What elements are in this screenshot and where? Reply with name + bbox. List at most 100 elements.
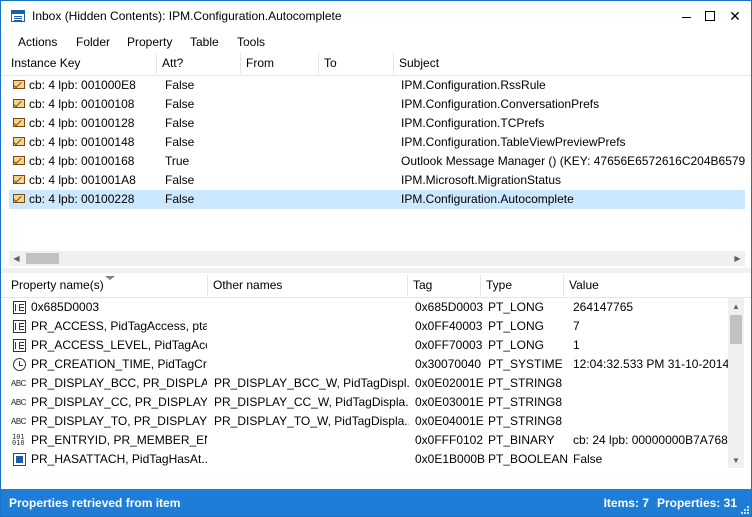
- column-from[interactable]: From: [241, 53, 319, 74]
- att-value: False: [165, 78, 195, 92]
- property-name: PR_ACCESS, PidTagAccess, pta...: [31, 319, 207, 333]
- property-row[interactable]: PR_ACCESS, PidTagAccess, pta... 0x0FF400…: [9, 317, 728, 336]
- title-bar[interactable]: Inbox (Hidden Contents): IPM.Configurati…: [1, 1, 751, 31]
- other-names: [214, 450, 409, 469]
- vertical-scroll-thumb[interactable]: [730, 315, 742, 344]
- property-row[interactable]: PR_HASATTACH, PidTagHasAt... 0x0E1B000B …: [9, 450, 728, 469]
- column-subject[interactable]: Subject: [394, 53, 751, 74]
- message-row[interactable]: cb: 4 lpb: 00100128 False IPM.Configurat…: [9, 114, 745, 133]
- other-names: [214, 317, 409, 336]
- property-value: [573, 412, 728, 431]
- scroll-left-arrow-icon[interactable]: ◀: [9, 251, 24, 266]
- property-row[interactable]: PR_CREATION_TIME, PidTagCr... 0x30070040…: [9, 355, 728, 374]
- property-tag: 0x0E04001E: [415, 414, 484, 428]
- property-type: PT_LONG: [488, 319, 545, 333]
- column-to[interactable]: To: [319, 53, 394, 74]
- scroll-right-arrow-icon[interactable]: ▶: [730, 251, 745, 266]
- envelope-icon: [13, 175, 25, 184]
- properties-count: Properties: 31: [656, 496, 737, 510]
- instance-key: cb: 4 lpb: 00100228: [29, 192, 135, 206]
- scroll-up-arrow-icon[interactable]: ▲: [728, 298, 744, 314]
- property-value: 7: [573, 319, 580, 333]
- instance-key: cb: 4 lpb: 00100148: [29, 135, 135, 149]
- menu-actions[interactable]: Actions: [18, 35, 57, 49]
- property-value: 1: [573, 338, 580, 352]
- property-tag: 0x0E02001E: [415, 376, 484, 390]
- minimize-icon: [681, 16, 691, 18]
- column-value[interactable]: Value: [564, 275, 751, 296]
- property-type: PT_STRING8: [488, 414, 563, 428]
- column-tag[interactable]: Tag: [408, 275, 481, 296]
- instance-key: cb: 4 lpb: 001000E8: [29, 78, 136, 92]
- envelope-icon: [13, 137, 25, 146]
- numeric-property-icon: [13, 339, 26, 352]
- binary-property-icon: 101 010: [12, 433, 25, 447]
- horizontal-scrollbar[interactable]: ◀ ▶: [9, 251, 745, 266]
- column-property-names[interactable]: Property name(s): [6, 275, 208, 296]
- instance-key: cb: 4 lpb: 00100108: [29, 97, 135, 111]
- property-value: [573, 374, 728, 393]
- status-counts: Items: 7 Properties: 31: [596, 496, 737, 510]
- message-row[interactable]: cb: 4 lpb: 001001A8 False IPM.Microsoft.…: [9, 171, 745, 190]
- property-type: PT_LONG: [488, 338, 545, 352]
- subject: IPM.Configuration.ConversationPrefs: [401, 97, 600, 111]
- column-type[interactable]: Type: [481, 275, 564, 296]
- scroll-down-arrow-icon[interactable]: ▼: [728, 452, 744, 468]
- subject: IPM.Configuration.TCPrefs: [401, 116, 545, 130]
- message-row[interactable]: cb: 4 lpb: 00100168 True Outlook Message…: [9, 152, 745, 171]
- subject: IPM.Microsoft.MigrationStatus: [401, 173, 562, 187]
- other-names: [214, 355, 409, 374]
- menu-table[interactable]: Table: [190, 35, 219, 49]
- column-other-names[interactable]: Other names: [208, 275, 408, 296]
- property-name: PR_DISPLAY_CC, PR_DISPLAY_...: [31, 395, 207, 409]
- property-tag: 0x0FFF0102: [415, 433, 484, 447]
- att-value: False: [165, 116, 195, 130]
- envelope-icon: [13, 194, 25, 203]
- horizontal-scroll-thumb[interactable]: [26, 253, 59, 264]
- instance-key: cb: 4 lpb: 00100168: [29, 154, 135, 168]
- property-name: PR_ENTRYID, PR_MEMBER_ENT...: [31, 433, 207, 447]
- message-row[interactable]: cb: 4 lpb: 00100148 False IPM.Configurat…: [9, 133, 745, 152]
- property-name: PR_DISPLAY_BCC, PR_DISPLAY_...: [31, 376, 207, 390]
- resize-grip-icon[interactable]: [741, 506, 749, 514]
- vertical-scrollbar[interactable]: ▲ ▼: [728, 298, 744, 468]
- message-row[interactable]: cb: 4 lpb: 001000E8 False IPM.Configurat…: [9, 76, 745, 95]
- property-name: PR_HASATTACH, PidTagHasAt...: [31, 452, 207, 466]
- close-button[interactable]: ✕: [720, 1, 750, 31]
- property-tag: 0x0FF40003: [415, 319, 483, 333]
- maximize-icon: [705, 11, 715, 21]
- att-value: False: [165, 135, 195, 149]
- message-row[interactable]: cb: 4 lpb: 00100108 False IPM.Configurat…: [9, 95, 745, 114]
- menu-tools[interactable]: Tools: [237, 35, 265, 49]
- status-bar: Properties retrieved from item Items: 7 P…: [1, 489, 751, 516]
- property-row[interactable]: 0x685D0003 0x685D0003 PT_LONG 264147765: [9, 298, 728, 317]
- property-name: PR_ACCESS_LEVEL, PidTagAcce...: [31, 338, 207, 352]
- property-row[interactable]: 101010 PR_ENTRYID, PR_MEMBER_ENT... 0x0F…: [9, 431, 728, 450]
- property-value: [573, 393, 728, 412]
- property-tag: 0x0E1B000B: [415, 452, 485, 466]
- property-type: PT_LONG: [488, 300, 545, 314]
- string-property-icon: ABC: [11, 398, 26, 407]
- other-names: PR_DISPLAY_TO_W, PidTagDispla...: [214, 414, 409, 428]
- column-instance-key[interactable]: Instance Key: [6, 53, 157, 74]
- status-message: Properties retrieved from item: [9, 496, 181, 510]
- property-type: PT_SYSTIME: [488, 357, 563, 371]
- column-attachment[interactable]: Att?: [157, 53, 241, 74]
- property-row[interactable]: ABC PR_DISPLAY_TO, PR_DISPLAY_T... PR_DI…: [9, 412, 728, 431]
- string-property-icon: ABC: [11, 417, 26, 426]
- att-value: False: [165, 173, 195, 187]
- property-row[interactable]: ABC PR_DISPLAY_BCC, PR_DISPLAY_... PR_DI…: [9, 374, 728, 393]
- property-value: 12:04:32.533 PM 31-10-2014: [573, 357, 728, 371]
- other-names: [214, 336, 409, 355]
- pane-splitter[interactable]: [1, 268, 751, 273]
- property-value: False: [573, 452, 603, 466]
- message-row-selected[interactable]: cb: 4 lpb: 00100228 False IPM.Configurat…: [9, 190, 745, 209]
- menu-folder[interactable]: Folder: [76, 35, 110, 49]
- property-row[interactable]: PR_ACCESS_LEVEL, PidTagAcce... 0x0FF7000…: [9, 336, 728, 355]
- other-names: [214, 431, 409, 450]
- properties-table-header: Property name(s) Other names Tag Type Va…: [1, 275, 751, 298]
- menu-property[interactable]: Property: [127, 35, 172, 49]
- boolean-property-icon: [13, 453, 26, 466]
- property-row[interactable]: ABC PR_DISPLAY_CC, PR_DISPLAY_... PR_DIS…: [9, 393, 728, 412]
- property-tag: 0x685D0003: [415, 300, 484, 314]
